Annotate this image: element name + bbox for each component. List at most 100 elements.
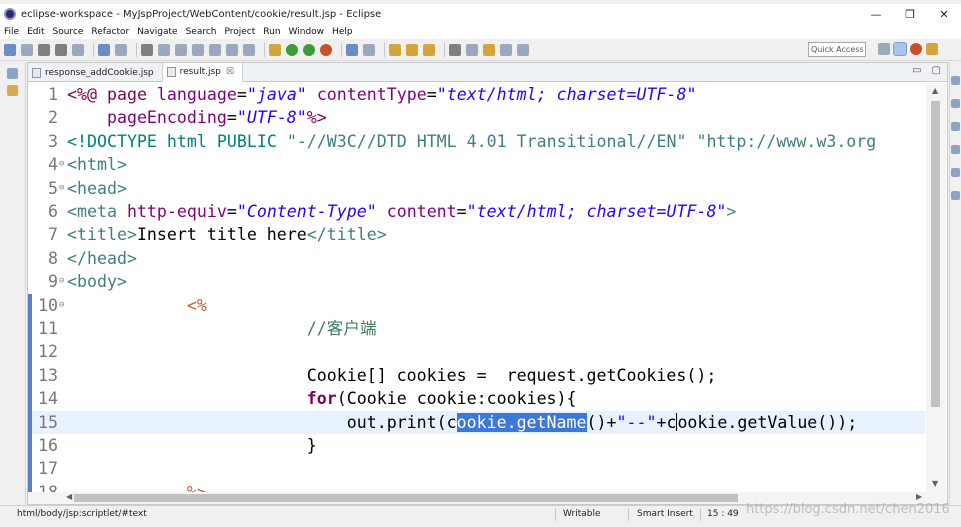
menu-edit[interactable]: Edit [27, 27, 44, 37]
step-into-icon[interactable] [209, 43, 221, 56]
menu-navigate[interactable]: Navigate [137, 27, 177, 37]
menu-file[interactable]: File [4, 27, 19, 37]
run-icon[interactable] [286, 43, 298, 56]
skip-breakpoints-icon[interactable] [141, 43, 153, 56]
properties-view-icon[interactable] [951, 145, 960, 154]
code-line[interactable]: 12 [28, 340, 925, 364]
print-icon[interactable] [72, 43, 84, 56]
code-token: //客户端 [306, 319, 377, 338]
open-task-icon[interactable] [406, 43, 418, 56]
coverage-icon[interactable] [303, 43, 315, 56]
vertical-scroll-thumb[interactable] [931, 101, 940, 407]
code-token: "text/html; charset=UTF-8" [436, 85, 697, 104]
code-line[interactable]: 3 <!DOCTYPE html PUBLIC "-//W3C//DTD HTML… [28, 130, 925, 153]
menu-window[interactable]: Window [289, 27, 325, 37]
code-line[interactable]: 1 <%@ page language="java" contentType="t… [28, 83, 925, 106]
left-trim-bar [0, 62, 26, 505]
quick-access-input[interactable]: Quick Access [808, 42, 866, 57]
servers-view-icon[interactable] [951, 168, 960, 177]
new-java-project-icon[interactable] [346, 43, 358, 56]
vertical-scrollbar[interactable]: ▲ ▼ [926, 83, 946, 492]
open-type-icon[interactable] [389, 43, 401, 56]
code-line[interactable]: 5 ⊖ <head> [28, 177, 925, 200]
external-tools-icon[interactable] [320, 43, 332, 56]
maximize-editor-icon[interactable]: ▢ [932, 65, 941, 76]
minimize-editor-icon[interactable]: ▭ [912, 65, 921, 76]
save-icon[interactable] [38, 43, 50, 56]
menu-source[interactable]: Source [53, 27, 84, 37]
code-token: = [226, 108, 237, 128]
new-package-icon[interactable] [363, 43, 375, 56]
code-line[interactable]: 8 </head> [28, 247, 925, 270]
forward-icon[interactable] [517, 43, 529, 56]
code-line[interactable]: 11 //客户端 [28, 317, 925, 341]
open-perspective-icon[interactable] [878, 43, 890, 55]
scroll-down-icon[interactable]: ▼ [932, 479, 938, 488]
resume-icon[interactable] [158, 43, 170, 56]
menu-refactor[interactable]: Refactor [91, 27, 129, 37]
code-line[interactable]: 4 ⊖ <html> [28, 153, 925, 176]
line-number: 3 [48, 131, 58, 151]
horizontal-scroll-thumb[interactable] [74, 494, 738, 502]
new-wizard-icon[interactable] [21, 43, 33, 56]
code-text: for(Cookie cookie:cookies){ [67, 387, 577, 410]
code-line[interactable]: 9 ⊖ <body> [28, 270, 925, 293]
code-line[interactable]: 16 } [28, 434, 925, 458]
debug-icon[interactable] [269, 43, 281, 56]
scroll-up-icon[interactable]: ▲ [932, 86, 938, 95]
menu-help[interactable]: Help [332, 27, 353, 37]
task-list-icon[interactable] [951, 99, 960, 108]
step-over-icon[interactable] [226, 43, 238, 56]
terminate-icon[interactable] [192, 43, 204, 56]
annotation-next-icon[interactable] [449, 43, 461, 56]
line-number: 12 [38, 342, 58, 362]
code-token: pageEncoding [106, 108, 227, 128]
publish-icon[interactable] [98, 43, 110, 56]
menu-search[interactable]: Search [186, 27, 217, 37]
fold-toggle-icon[interactable]: ⊖ [59, 153, 64, 176]
fold-toggle-icon[interactable]: ⊖ [59, 294, 64, 317]
tab-result-jsp[interactable]: result.jsp ☒ [162, 63, 243, 82]
restore-view-icon[interactable] [7, 68, 18, 79]
code-line[interactable]: 17 [28, 457, 925, 481]
suspend-icon[interactable] [175, 43, 187, 56]
save-all-icon[interactable] [55, 43, 67, 56]
menu-project[interactable]: Project [224, 27, 255, 37]
debug-perspective-icon[interactable] [910, 43, 922, 55]
scroll-right-icon[interactable]: ▶ [916, 492, 922, 501]
step-return-icon[interactable] [243, 43, 255, 56]
restore-button[interactable]: ❐ [893, 4, 927, 24]
new-icon[interactable] [4, 43, 16, 56]
last-edit-icon[interactable] [483, 43, 495, 56]
menu-run[interactable]: Run [263, 27, 280, 37]
java-ee-perspective-icon[interactable] [893, 42, 907, 56]
code-editor[interactable]: 1 <%@ page language="java" contentType="t… [28, 83, 925, 492]
code-token: <!DOCTYPE [67, 131, 167, 151]
close-button[interactable]: ✕ [927, 4, 961, 24]
code-token: > [726, 202, 737, 221]
tab-response-addcookie[interactable]: response_addCookie.jsp [28, 63, 163, 82]
project-explorer-icon[interactable] [7, 85, 18, 96]
code-line[interactable]: 18 %> [28, 480, 925, 492]
code-line[interactable]: 10 ⊖ <% [28, 293, 925, 317]
scroll-left-icon[interactable]: ◀ [66, 492, 72, 501]
code-line[interactable]: 2 pageEncoding="UTF-8"%> [28, 106, 925, 129]
back-icon[interactable] [500, 43, 512, 56]
code-line[interactable]: 14 for(Cookie cookie:cookies){ [28, 387, 925, 411]
java-perspective-icon[interactable] [926, 43, 938, 55]
fold-toggle-icon[interactable]: ⊖ [59, 177, 64, 200]
code-line[interactable]: 6 <meta http-equiv="Content-Type" content… [28, 200, 925, 223]
code-line[interactable]: 13 Cookie[] cookies = request.getCookies… [28, 363, 925, 388]
fold-toggle-icon[interactable]: ⊖ [59, 270, 64, 293]
minimize-button[interactable]: — [859, 4, 893, 24]
annotation-prev-icon[interactable] [466, 43, 478, 56]
outline-view-icon[interactable] [951, 76, 960, 85]
server-icon[interactable] [115, 43, 127, 56]
code-line[interactable]: 7 <title>Insert title here</title> [28, 223, 925, 246]
console-view-icon[interactable] [951, 191, 960, 200]
search-icon[interactable] [423, 43, 435, 56]
right-trim-bar [949, 62, 961, 505]
close-tab-icon[interactable]: ☒ [226, 67, 234, 77]
code-line-current[interactable]: 15 out.print(cookie.getName()+"--"+cooki… [28, 410, 925, 434]
markers-view-icon[interactable] [951, 122, 960, 131]
